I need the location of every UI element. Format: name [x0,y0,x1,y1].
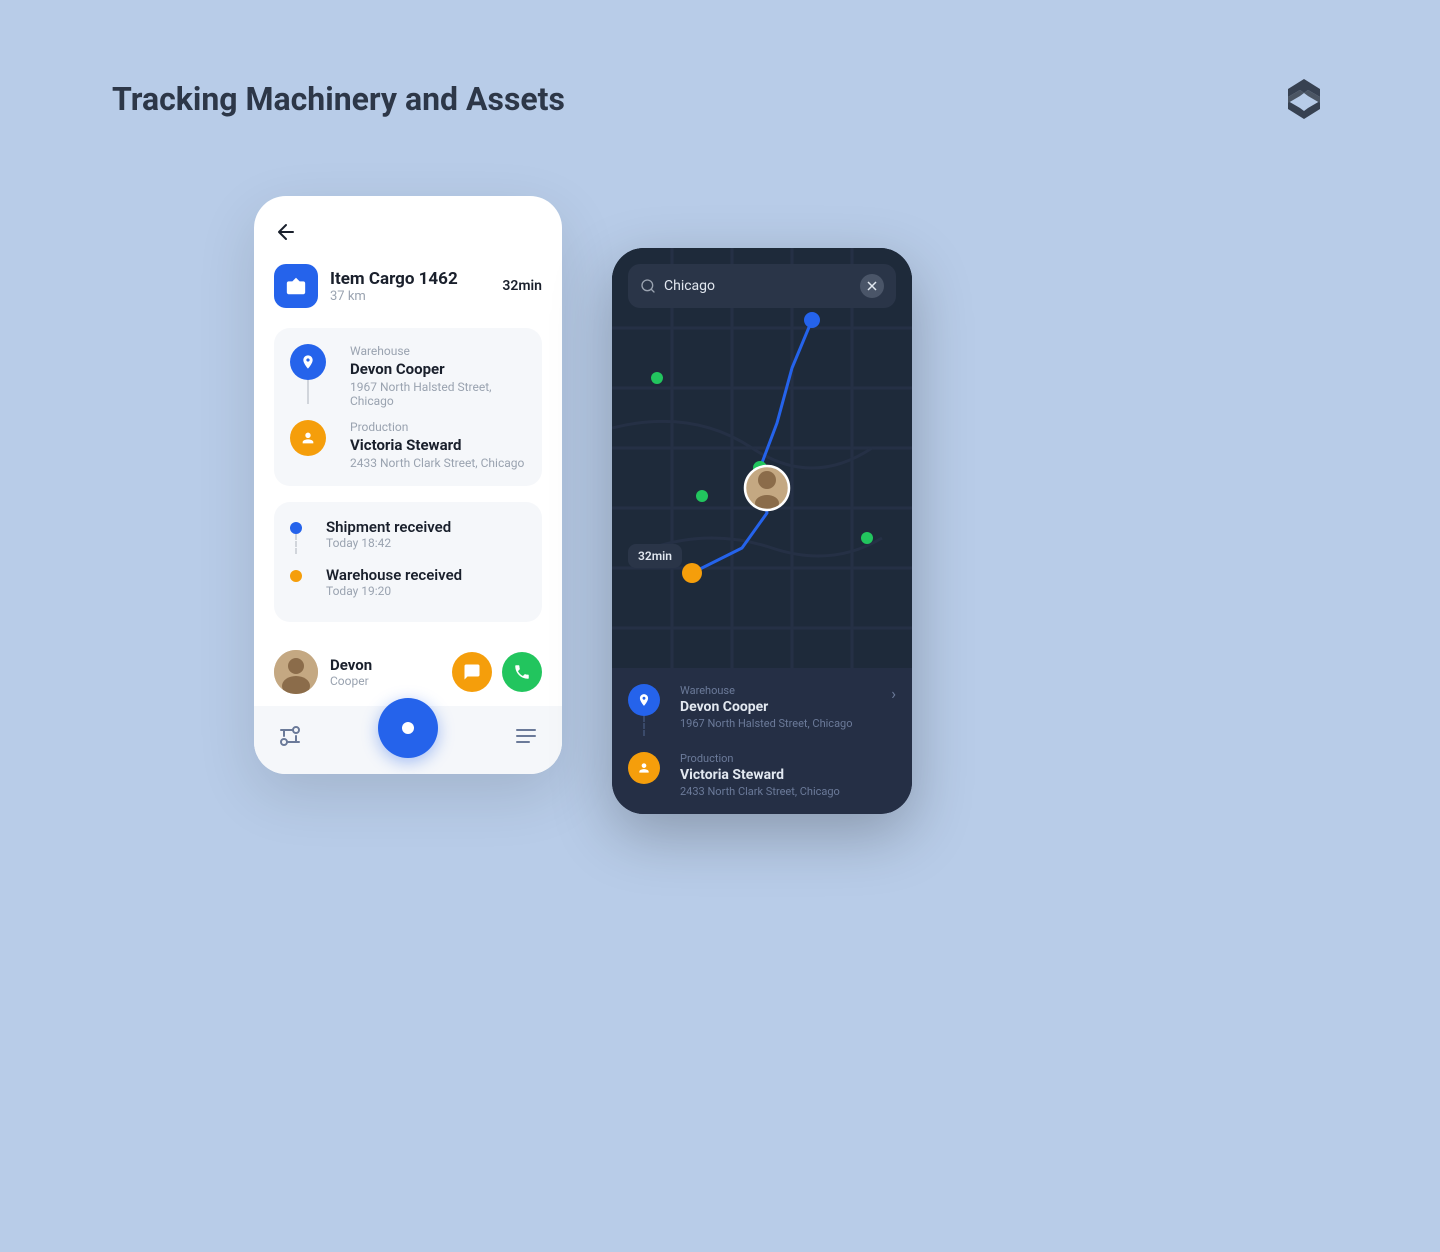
center-nav-button[interactable] [378,698,438,758]
warehouse-name: Devon Cooper [350,360,526,378]
map-dot-2 [696,490,708,502]
warehouse-received-time: Today 19:20 [326,584,462,598]
locations-card: Warehouse Devon Cooper 1967 North Halste… [274,328,542,486]
status-dot-blue [290,522,302,534]
dest-warehouse-address: 1967 North Halsted Street, Chicago [680,717,891,730]
back-button[interactable] [274,220,298,248]
cargo-name: Item Cargo 1462 [330,269,502,289]
dest-production-name: Victoria Steward [680,767,896,783]
warehouse-address: 1967 North Halsted Street, Chicago [350,380,526,408]
dest-production-label: Production [680,752,896,765]
status-dot-orange [290,570,302,582]
warehouse-received-title: Warehouse received [326,566,462,584]
cargo-distance: 37 km [330,289,502,304]
dest-arrow[interactable]: › [891,684,896,703]
route-end-dot [682,563,702,583]
dest-warehouse-name: Devon Cooper [680,699,891,715]
route-start-dot [804,312,820,328]
message-button[interactable] [452,652,492,692]
dest-warehouse: Warehouse Devon Cooper 1967 North Halste… [628,684,896,740]
status-card: Shipment received Today 18:42 Warehouse … [274,502,542,622]
shipment-title: Shipment received [326,518,451,536]
warehouse-icon [290,344,326,380]
production-label: Production [350,420,524,434]
phone-button[interactable] [502,652,542,692]
search-close-button[interactable] [860,274,884,298]
contact-name: Devon [330,656,372,674]
avatar [274,650,318,694]
location-warehouse: Warehouse Devon Cooper 1967 North Halste… [290,344,526,408]
left-phone-card: Item Cargo 1462 37 km 32min Warehouse [254,196,562,774]
dest-warehouse-label: Warehouse [680,684,891,697]
map-svg [612,248,912,668]
eta-badge: 32min [628,544,682,568]
location-production: Production Victoria Steward 2433 North C… [290,420,526,470]
status-shipment: Shipment received Today 18:42 [290,518,526,558]
production-name: Victoria Steward [350,436,524,454]
cargo-time: 32min [502,278,542,294]
menu-icon[interactable] [514,724,538,752]
contact-actions [452,652,542,692]
contact-row: Devon Cooper [254,638,562,706]
page-title: Tracking Machinery and Assets [112,80,565,118]
production-icon [290,420,326,456]
map-dot-1 [651,372,663,384]
dest-warehouse-icon [628,684,660,716]
right-phone-card: Chicago [612,248,912,814]
contact-info: Devon Cooper [330,656,372,688]
destination-info: Warehouse Devon Cooper 1967 North Halste… [612,668,912,814]
logo-icon [1280,75,1328,123]
status-warehouse: Warehouse received Today 19:20 [290,566,526,598]
map-area: Chicago [612,248,912,668]
dest-production-icon [628,752,660,784]
dest-production: Production Victoria Steward 2433 North C… [628,752,896,798]
production-address: 2433 North Clark Street, Chicago [350,456,524,470]
cargo-header: Item Cargo 1462 37 km 32min [274,264,542,308]
routes-icon[interactable] [278,724,302,752]
bottom-nav [254,706,562,774]
warehouse-label: Warehouse [350,344,526,358]
cargo-icon [274,264,318,308]
shipment-time: Today 18:42 [326,536,451,550]
search-bar[interactable]: Chicago [628,264,896,308]
cargo-info: Item Cargo 1462 37 km [330,269,502,304]
contact-role: Cooper [330,674,372,688]
dest-production-address: 2433 North Clark Street, Chicago [680,785,896,798]
search-input[interactable]: Chicago [664,278,860,294]
map-dot-3 [861,532,873,544]
map-avatar-head [758,471,776,489]
